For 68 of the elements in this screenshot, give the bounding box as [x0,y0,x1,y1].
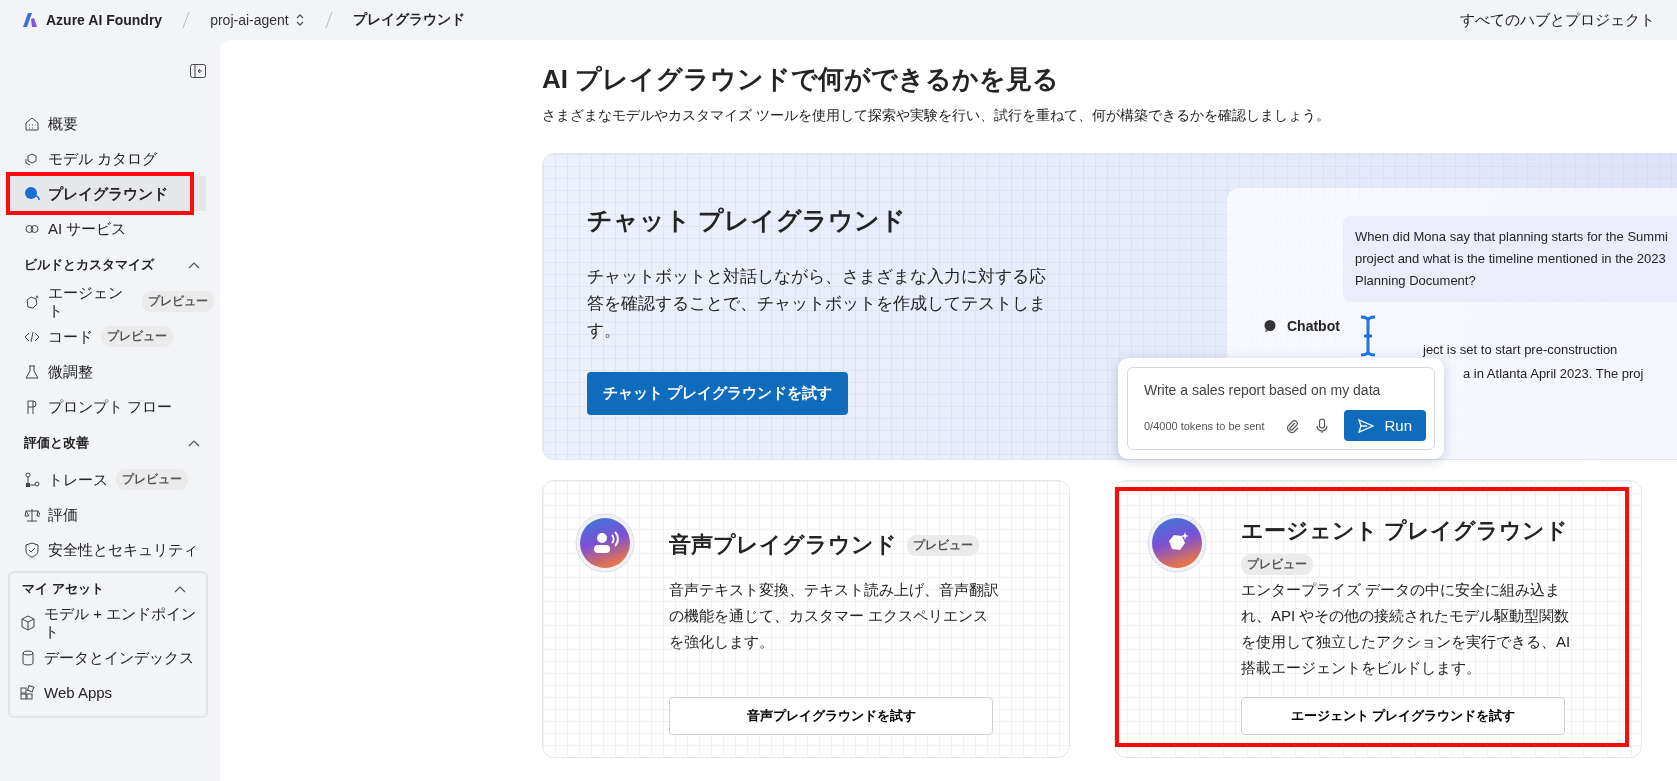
section-heading: 評価と改善 [24,434,89,452]
flask-icon [24,363,40,380]
breadcrumb-separator-icon [182,11,191,29]
section-heading: マイ アセット [22,580,104,598]
preview-badge: プレビュー [142,291,214,312]
nav-item[interactable]: エージェント プレビュー [10,284,220,319]
paperclip-icon[interactable] [1284,417,1301,434]
card-description: チャットボットと対話しながら、さまざまな入力に対する応答を確認することで、チャットボットを作成してテストします。 [587,266,1047,342]
microphone-icon[interactable] [1314,417,1331,434]
nav-item[interactable]: コード プレビュー [10,319,220,354]
message-line: When did Mona say that planning starts for the Summi [1355,228,1669,246]
card-title: 音声プレイグラウンド [669,531,897,559]
home-icon [24,115,40,132]
nav-item[interactable]: 安全性とセキュリティ [10,532,220,567]
nav-item[interactable]: モデル カタログ [10,141,220,176]
preview-badge: プレビュー [101,326,173,347]
page-subtitle: さまざまなモデルやカスタマイズ ツールを使用して探索や実験を行い、試行を重ねて、何が構築できるかを確認しましょう。 [542,107,1331,125]
send-icon [1358,417,1375,434]
section-heading: ビルドとカスタマイズ [24,256,154,274]
nav-item[interactable]: 微調整 [10,354,220,389]
try-playground-button[interactable]: 音声プレイグラウンドを試す [669,697,993,735]
app-name[interactable]: Azure AI Foundry [46,12,163,28]
breadcrumb-separator-icon [324,11,333,29]
response-line: a in Atlanta April 2023. The proj [1463,365,1644,383]
chevron-icon[interactable] [174,585,186,593]
nav-item[interactable]: データとインデックス [10,640,206,675]
try-playground-button[interactable]: エージェント プレイグラウンドを試す [1241,697,1565,735]
nav-item[interactable]: Web Apps [10,675,206,710]
logo-icon [22,12,38,28]
voice-avatar-icon [575,513,635,573]
cube-icon [20,614,36,631]
scale-icon [24,506,40,523]
project-selector[interactable]: proj-ai-agent [210,12,305,28]
nav-item[interactable]: トレース プレビュー [10,462,220,497]
nav-item[interactable]: プロンプト フロー [10,389,220,424]
page-title: AI プレイグラウンドで何ができるかを見る [542,63,1061,96]
nav-item[interactable]: AI サービス [10,211,220,246]
card-description: 音声テキスト変換、テキスト読み上げ、音声翻訳の機能を通じて、カスタマー エクスペリエンスを強化します。 [669,580,999,652]
collapse-sidebar-icon[interactable] [190,64,206,78]
chevron-up-down-icon [294,13,305,27]
cylinder-icon [20,649,36,666]
preview-badge: プレビュー [907,534,979,556]
trace-icon [24,471,40,488]
prompt-input[interactable]: Write a sales report based on my data 0/4000 tokens to be sent Run [1127,367,1435,450]
apps-icon [20,684,36,701]
all-hubs-link[interactable]: すべてのハブとプロジェクト [1460,10,1655,30]
run-button[interactable]: Run [1344,410,1426,441]
bot-name: Chatbot [1287,318,1340,334]
shield-icon [24,541,40,558]
nav-item[interactable]: 概要 [10,106,220,141]
current-page-crumb: プレイグラウンド [352,11,465,29]
message-line: Planning Document? [1355,272,1477,290]
card-description: エンタープライズ データの中に安全に組み込まれ、API やその他の接続されたモデル駆動型関数を使用して独立したアクションを実行できる、AI 搭載エージェントをビルドします。 [1241,580,1571,678]
response-line: ject is set to start pre-construction [1423,341,1618,359]
preview-badge: プレビュー [116,469,188,490]
card-title: チャット プレイグラウンド [587,205,907,236]
agent-avatar-icon [1147,513,1207,573]
preview-badge: プレビュー [1241,553,1313,575]
chat-bubble-icon [1263,319,1277,333]
chevron-icon[interactable] [188,261,200,269]
card-title: エージェント プレイグラウンド [1241,516,1569,545]
nav-item[interactable]: 評価 [10,497,220,532]
message-line: project and what is the timeline mentioned in the 2023 [1355,250,1667,268]
chevron-icon[interactable] [188,439,200,447]
nav-item[interactable]: モデル + エンドポイント [10,605,206,640]
try-chat-playground-button[interactable]: チャット プレイグラウンドを試す [587,372,849,415]
nav-item[interactable]: プレイグラウンド [10,176,206,211]
token-count: 0/4000 tokens to be sent [1144,419,1266,432]
